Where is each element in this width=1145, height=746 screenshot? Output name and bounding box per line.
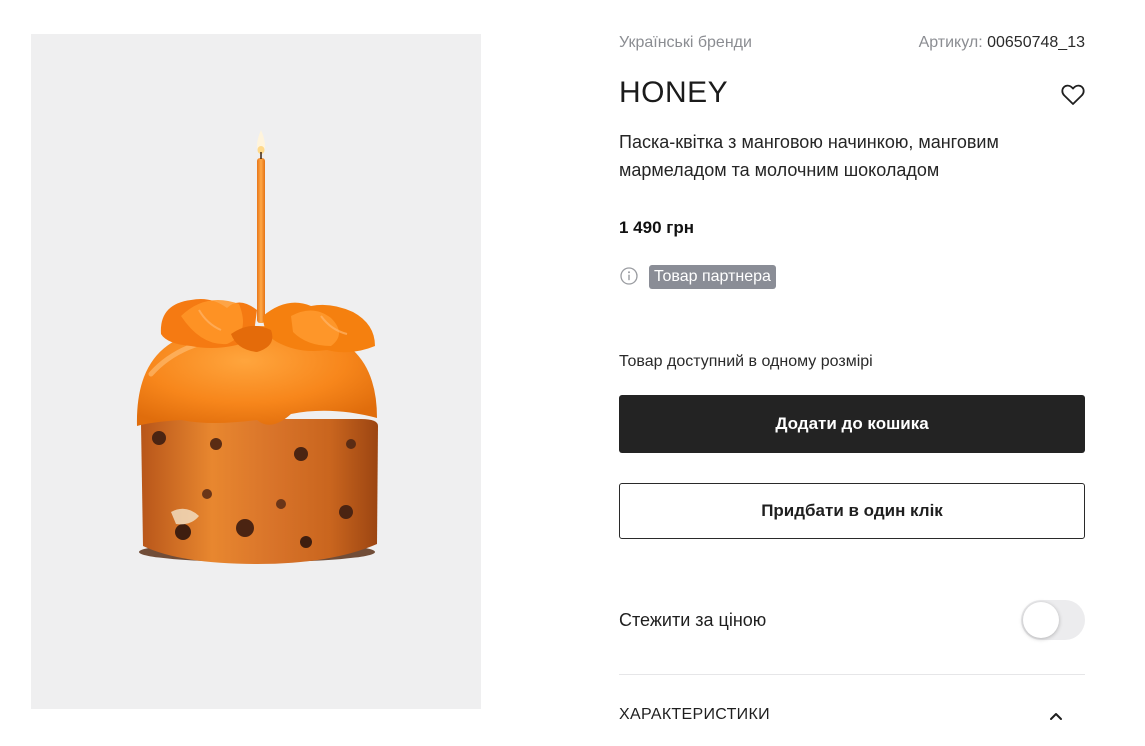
product-title: HONEY (619, 76, 729, 109)
product-description: Паска-квітка з манговою начинкою, мангов… (619, 132, 999, 180)
price-watch-row: Стежити за ціною (619, 600, 1085, 640)
size-note: Товар доступний в одному розмірі (619, 353, 873, 370)
accordion-title: ХАРАКТЕРИСТИКИ (619, 706, 770, 723)
characteristics-accordion[interactable]: ХАРАКТЕРИСТИКИ (619, 696, 1085, 736)
toggle-knob (1023, 602, 1059, 638)
price-watch-toggle[interactable] (1021, 600, 1085, 640)
product-price: 1 490 грн (619, 218, 694, 237)
sku-label: Артикул: (918, 34, 983, 51)
product-image[interactable] (31, 34, 481, 709)
sku: Артикул: 00650748_13 (919, 34, 1085, 52)
add-to-cart-button[interactable]: Додати до кошика (619, 395, 1085, 453)
price-watch-label: Стежити за ціною (619, 610, 767, 630)
partner-badge: Товар партнера (649, 265, 776, 289)
divider (619, 674, 1085, 675)
product-meta: Українські бренди Артикул: 00650748_13 (619, 34, 1085, 56)
chevron-up-icon[interactable] (1049, 708, 1063, 720)
info-circle-icon[interactable] (620, 267, 638, 285)
heart-outline-icon[interactable] (1061, 84, 1085, 106)
product-info: Українські бренди Артикул: 00650748_13 H… (619, 0, 1085, 746)
one-click-buy-button[interactable]: Придбати в один клік (619, 483, 1085, 539)
sku-value: 00650748_13 (987, 34, 1085, 51)
brand-link[interactable]: Українські бренди (619, 34, 752, 52)
easter-cake-illustration (136, 130, 378, 564)
